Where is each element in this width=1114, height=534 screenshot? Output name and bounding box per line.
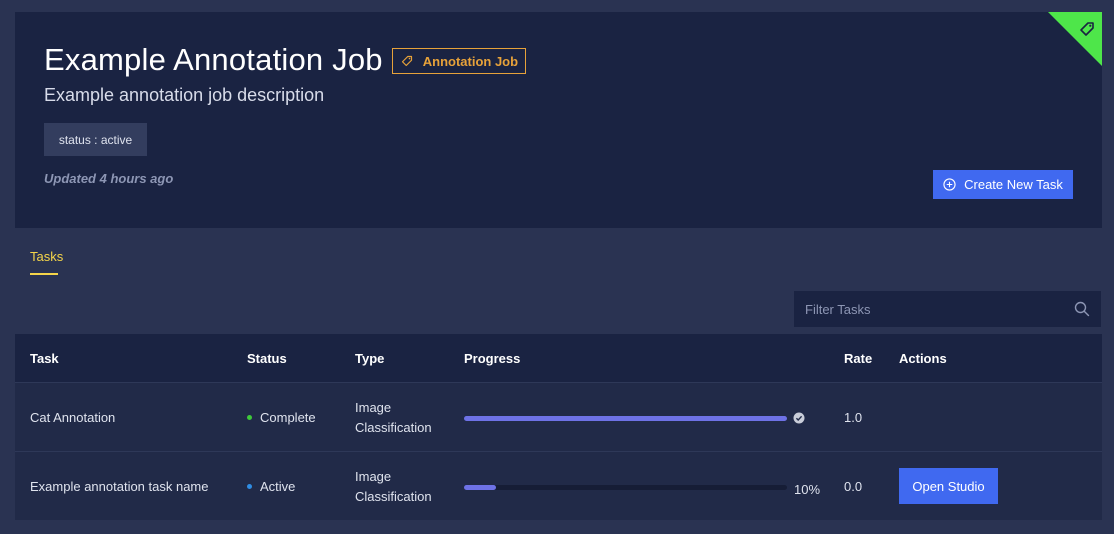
status-chip: status : active <box>44 123 147 156</box>
plus-circle-icon <box>943 178 956 191</box>
tag-icon <box>401 55 412 67</box>
progress-fill <box>464 485 497 490</box>
task-type: Image Classification <box>355 398 432 438</box>
filter-tasks-input[interactable] <box>794 301 1064 317</box>
table-header: Task Status Type Progress Rate Actions <box>15 334 1102 382</box>
status-label: Complete <box>260 410 316 425</box>
type-line: Classification <box>355 489 432 504</box>
tag-icon <box>1080 22 1094 36</box>
job-header-card: Example Annotation Job Annotation Job Ex… <box>15 12 1102 228</box>
badge-label: Annotation Job <box>422 53 519 69</box>
type-line: Classification <box>355 420 432 435</box>
job-description: Example annotation job description <box>44 85 325 105</box>
status-dot <box>247 484 252 490</box>
tasks-table: Task Status Type Progress Rate Actions C… <box>15 334 1102 520</box>
task-rate: 1.0 <box>844 410 863 425</box>
filter-tasks-box <box>794 291 1101 327</box>
status-label: Active <box>260 479 296 494</box>
progress-bar <box>464 416 787 421</box>
column-header-status: Status <box>247 351 287 366</box>
column-header-progress: Progress <box>464 351 521 366</box>
status-dot <box>247 415 252 421</box>
column-header-type: Type <box>355 351 385 366</box>
create-new-task-button[interactable]: Create New Task <box>933 170 1073 199</box>
job-type-badge: Annotation Job <box>391 48 527 74</box>
check-circle-icon <box>793 412 805 424</box>
column-header-task: Task <box>30 351 59 366</box>
task-status: Active <box>247 479 295 494</box>
updated-timestamp: Updated 4 hours ago <box>44 171 174 186</box>
progress-bar <box>464 485 787 490</box>
task-name-link[interactable]: Example annotation task name <box>30 479 209 494</box>
progress-percent: 10% <box>794 482 821 497</box>
search-icon[interactable] <box>1074 301 1090 317</box>
column-header-rate: Rate <box>844 351 873 366</box>
task-type: Image Classification <box>355 467 432 507</box>
task-status: Complete <box>247 410 316 425</box>
open-studio-button[interactable]: Open Studio <box>899 468 998 504</box>
table-row: Example annotation task name Active Imag… <box>15 451 1102 520</box>
type-line: Image <box>355 400 392 415</box>
page-title: Example Annotation Job <box>44 42 383 77</box>
create-new-task-label: Create New Task <box>964 177 1063 192</box>
column-header-actions: Actions <box>899 351 947 366</box>
progress-fill <box>464 416 787 421</box>
active-tab-indicator <box>30 273 58 275</box>
table-row: Cat Annotation Complete Image Classifica… <box>15 382 1102 451</box>
tab-tasks[interactable]: Tasks <box>30 249 63 264</box>
task-rate: 0.0 <box>844 479 863 494</box>
type-line: Image <box>355 469 392 484</box>
task-name-link[interactable]: Cat Annotation <box>30 410 115 425</box>
